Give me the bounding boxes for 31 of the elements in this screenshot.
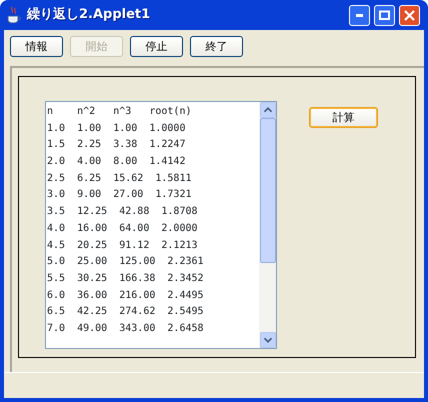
toolbar-button[interactable]: 終了 [190, 36, 243, 57]
output-line: 2.0 4.00 8.00 1.4142 [47, 155, 186, 170]
output-line: n n^2 n^3 root(n) [47, 105, 192, 119]
output-line: 7.0 49.00 343.00 2.6458 [47, 322, 205, 336]
output-line: 6.0 36.00 216.00 2.4495 [47, 288, 205, 303]
maximize-icon [379, 10, 390, 20]
close-button[interactable] [399, 4, 420, 26]
output-line: 5.5 30.25 166.38 2.3452 [47, 272, 205, 286]
toolbar-button[interactable]: 情報 [10, 36, 63, 57]
scroll-down-icon[interactable] [260, 332, 276, 348]
output-text-area[interactable] [45, 101, 277, 349]
toolbar-button[interactable]: 停止 [130, 36, 183, 57]
output-line: 4.0 16.00 64.00 2.0000 [47, 222, 199, 236]
vertical-scrollbar[interactable] [259, 102, 276, 348]
output-line: 4.5 20.25 91.12 2.1213 [47, 238, 199, 252]
output-line: 3.5 12.25 42.88 1.8708 [47, 205, 199, 220]
scroll-thumb[interactable] [260, 118, 276, 263]
maximize-button[interactable] [374, 4, 395, 26]
calculate-button[interactable]: 計算 [309, 107, 378, 128]
minimize-button[interactable] [349, 4, 370, 26]
window-title: 繰り返し2.Applet1 [27, 6, 150, 24]
scroll-up-icon[interactable] [260, 102, 276, 118]
output-line: 1.5 2.25 3.38 1.2247 [47, 138, 186, 152]
output-line: 2.5 6.25 15.62 1.5811 [47, 172, 192, 186]
output-line: 3.0 9.00 27.00 1.7321 [47, 188, 192, 202]
output-line: 1.0 1.00 1.00 1.0000 [47, 122, 186, 136]
minimize-icon [356, 14, 363, 16]
coffee-cup-icon [6, 6, 22, 24]
output-line: 6.5 42.25 274.62 2.5495 [47, 305, 205, 320]
output-line: 5.0 25.00 125.00 2.2361 [47, 255, 205, 270]
close-icon [404, 10, 415, 20]
